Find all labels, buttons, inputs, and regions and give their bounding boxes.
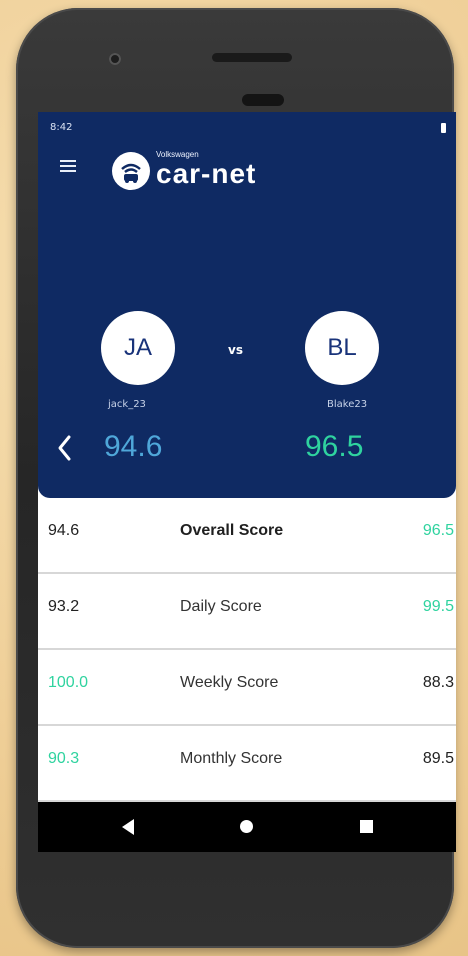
row-label: Daily Score bbox=[180, 598, 262, 615]
row-label: Overall Score bbox=[180, 522, 284, 539]
avatar-left-initials: JA bbox=[123, 334, 152, 361]
status-time: 8:42 bbox=[50, 122, 73, 133]
sensor-bar bbox=[242, 94, 284, 106]
front-camera-icon bbox=[109, 53, 121, 65]
recent-square-icon[interactable] bbox=[360, 820, 373, 833]
earpiece-speaker bbox=[212, 53, 292, 62]
right-value: 99.5 bbox=[422, 598, 454, 615]
table-row: 94.6 Overall Score 96.5 bbox=[38, 498, 456, 574]
right-value: 96.5 bbox=[422, 522, 454, 539]
carnet-logo-icon bbox=[112, 152, 150, 190]
username-left: jack_23 bbox=[108, 399, 146, 410]
brand-logo: Volkswagen car-net bbox=[112, 148, 352, 192]
avatar-right[interactable]: BL bbox=[305, 311, 379, 385]
vs-label: vs bbox=[228, 343, 243, 357]
brand-name: car-net bbox=[156, 158, 257, 189]
left-value: 94.6 bbox=[48, 522, 80, 539]
username-right: Blake23 bbox=[327, 399, 368, 410]
left-value: 93.2 bbox=[48, 598, 80, 615]
app-screen: 8:42 Volkswagen car-net JA vs BL jack_23… bbox=[38, 112, 456, 852]
right-value: 88.3 bbox=[422, 674, 454, 691]
table-row: 90.3 Monthly Score 89.5 bbox=[38, 726, 456, 802]
row-label: Monthly Score bbox=[180, 750, 283, 767]
android-navbar bbox=[38, 802, 456, 852]
score-table: 94.6 Overall Score 96.5 93.2 Daily Score… bbox=[38, 498, 456, 802]
table-row: 93.2 Daily Score 99.5 bbox=[38, 574, 456, 650]
header-panel: 8:42 Volkswagen car-net JA vs BL jack_23… bbox=[38, 112, 456, 498]
battery-icon bbox=[441, 123, 446, 133]
right-value: 89.5 bbox=[422, 750, 454, 767]
table-row: 100.0 Weekly Score 88.3 bbox=[38, 650, 456, 726]
avatar-right-initials: BL bbox=[327, 334, 357, 361]
row-label: Weekly Score bbox=[180, 674, 279, 691]
left-value: 100.0 bbox=[48, 674, 89, 691]
chevron-left-icon[interactable] bbox=[56, 434, 72, 462]
left-value: 90.3 bbox=[48, 750, 80, 767]
avatar-left[interactable]: JA bbox=[101, 311, 175, 385]
score-left: 94.6 bbox=[104, 430, 163, 463]
home-circle-icon[interactable] bbox=[240, 820, 253, 833]
score-right: 96.5 bbox=[305, 430, 364, 463]
back-triangle-icon[interactable] bbox=[122, 819, 134, 835]
hamburger-icon[interactable] bbox=[60, 160, 76, 174]
